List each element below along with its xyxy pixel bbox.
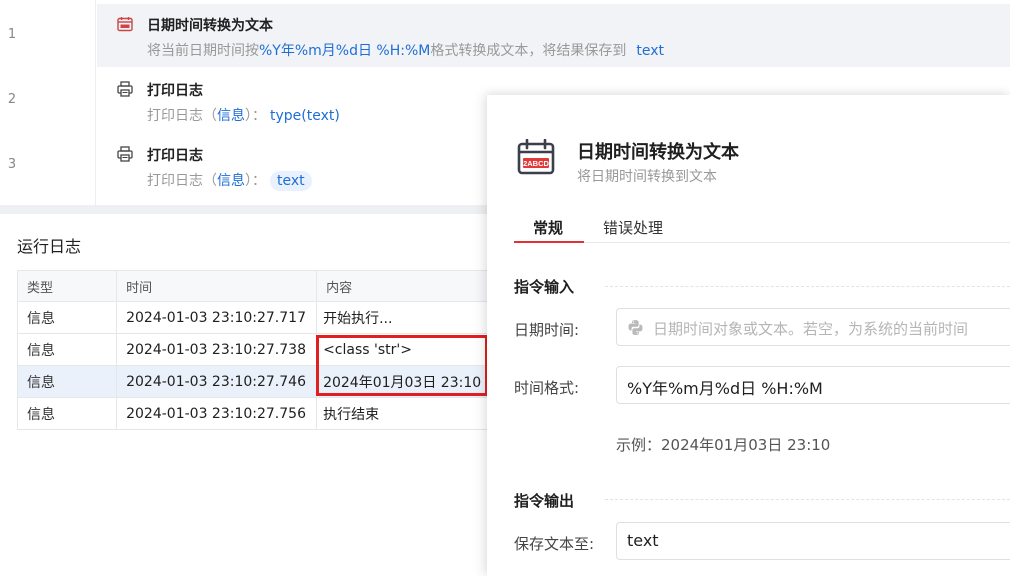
datetime-input[interactable]: 日期时间对象或文本。若空，为系统的当前时间 xyxy=(616,308,1010,346)
desc-format: %Y年%m月%d日 %H:%M xyxy=(259,43,431,59)
step-number: 1 xyxy=(7,27,17,42)
desc-prefix: 将当前日期时间按 xyxy=(147,43,259,59)
step-description: 打印日志（信息）： text xyxy=(147,170,312,191)
icon-label: 2ABCD xyxy=(523,159,549,168)
calendar-icon xyxy=(117,17,133,32)
cell-time: 2024-01-03 23:10:27.746 xyxy=(116,365,318,398)
cell-type: 信息 xyxy=(16,333,118,366)
cell-time: 2024-01-03 23:10:27.756 xyxy=(116,397,318,430)
desc-mid: ）： xyxy=(245,173,266,189)
desc-middle: 格式转换成文本，将结果保存到 xyxy=(430,43,627,59)
section-output-title: 指令输出 xyxy=(514,492,575,510)
cell-type: 信息 xyxy=(16,397,118,430)
desc-prefix: 打印日志（ xyxy=(147,108,217,124)
save-to-value: text xyxy=(627,531,659,550)
cell-type: 信息 xyxy=(16,301,118,334)
column-header-type[interactable]: 类型 xyxy=(16,270,118,302)
table-header-row: 类型 时间 内容 xyxy=(16,270,497,302)
format-input[interactable]: %Y年%m月%d日 %H:%M xyxy=(616,366,1010,404)
run-log-title: 运行日志 xyxy=(17,237,82,256)
active-tab-indicator xyxy=(514,241,584,243)
python-icon xyxy=(628,320,643,335)
step-number: 2 xyxy=(7,92,17,107)
cell-content: 开始执行... xyxy=(316,301,497,334)
panel-title: 日期时间转换为文本 xyxy=(577,142,739,163)
cell-time: 2024-01-03 23:10:27.738 xyxy=(116,333,318,366)
format-value: %Y年%m月%d日 %H:%M xyxy=(627,379,823,398)
section-input-title: 指令输入 xyxy=(514,278,575,296)
step-body[interactable]: 日期时间转换为文本 将当前日期时间按%Y年%m月%d日 %H:%M格式转换成文本… xyxy=(97,4,1010,67)
datetime-label: 日期时间: xyxy=(514,321,580,339)
step-number: 3 xyxy=(7,157,17,172)
panel-subtitle: 将日期时间转换到文本 xyxy=(577,169,717,185)
save-to-label: 保存文本至: xyxy=(514,535,595,553)
red-highlight-annotation xyxy=(316,335,488,396)
column-header-time[interactable]: 时间 xyxy=(116,270,318,302)
calendar-icon: 2ABCD xyxy=(517,139,555,175)
desc-mid: ）： xyxy=(245,108,266,124)
section-divider xyxy=(605,499,1010,500)
step-title: 打印日志 xyxy=(147,83,203,99)
step-description: 将当前日期时间按%Y年%m月%d日 %H:%M格式转换成文本，将结果保存到 tex… xyxy=(147,40,664,60)
cell-content: 执行结束 xyxy=(316,397,497,430)
printer-icon xyxy=(117,81,133,97)
cell-type: 信息 xyxy=(16,365,118,398)
format-label: 时间格式: xyxy=(514,379,580,397)
panel-tabs: 常规 错误处理 xyxy=(514,213,1010,243)
command-detail-panel: 2ABCD 日期时间转换为文本 将日期时间转换到文本 常规 错误处理 指令输入 … xyxy=(487,95,1010,576)
table-row[interactable]: 信息 2024-01-03 23:10:27.756 执行结束 xyxy=(16,397,497,430)
desc-prefix: 打印日志（ xyxy=(147,173,217,189)
tab-error-handling[interactable]: 错误处理 xyxy=(603,217,663,238)
desc-variable: text xyxy=(636,43,665,59)
step-title: 打印日志 xyxy=(147,148,203,164)
desc-value: type(text) xyxy=(270,108,340,124)
step-description: 打印日志（信息）： type(text) xyxy=(147,105,340,125)
step-title: 日期时间转换为文本 xyxy=(147,18,273,34)
tab-general[interactable]: 常规 xyxy=(533,217,563,238)
desc-level: 信息 xyxy=(217,108,245,124)
column-header-content[interactable]: 内容 xyxy=(316,270,497,302)
variable-pill[interactable]: text xyxy=(270,171,312,191)
section-divider xyxy=(605,286,1010,287)
cell-time: 2024-01-03 23:10:27.717 xyxy=(116,301,318,334)
datetime-placeholder: 日期时间对象或文本。若空，为系统的当前时间 xyxy=(653,320,969,338)
desc-level: 信息 xyxy=(217,173,245,189)
printer-icon xyxy=(117,146,133,162)
format-example: 示例：2024年01月03日 23:10 xyxy=(616,436,831,454)
flow-step-1[interactable]: 1 日期时间转换为文本 将当前日期时间按%Y年%m月%d日 %H:%M格式转换成… xyxy=(0,2,1010,67)
save-to-input[interactable]: text xyxy=(616,522,1010,560)
table-row[interactable]: 信息 2024-01-03 23:10:27.717 开始执行... xyxy=(16,301,497,334)
